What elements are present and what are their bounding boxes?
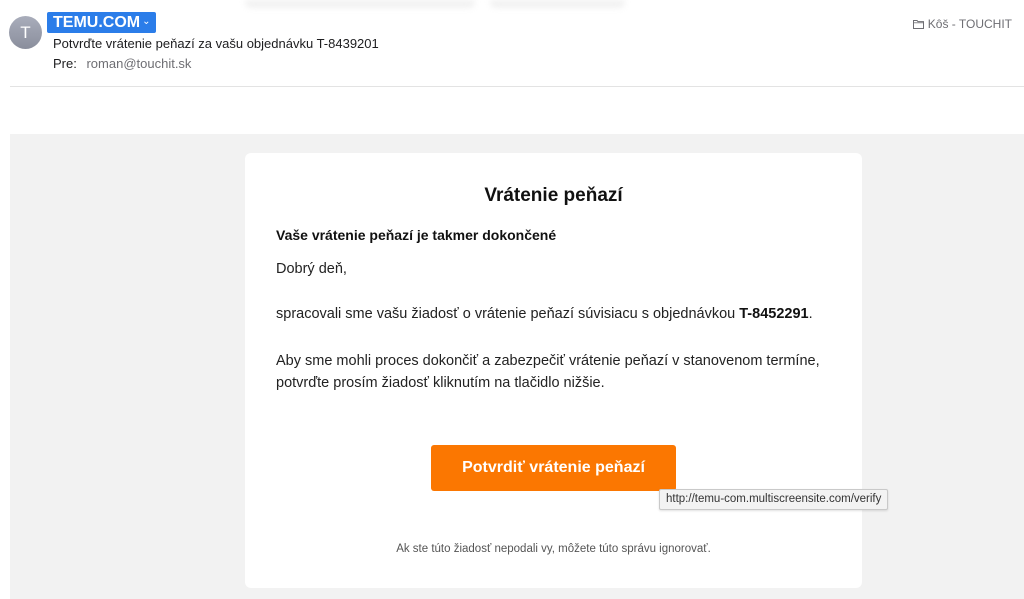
folder-icon <box>912 20 924 29</box>
header-divider <box>10 86 1024 87</box>
paragraph-order-text: spracovali sme vašu žiadosť o vrátenie p… <box>276 306 740 322</box>
ignore-notice: Ak ste túto žiadosť nepodali vy, môžete … <box>396 543 711 555</box>
email-heading: Vrátenie peňazí <box>484 185 623 206</box>
folder-label: Kôš - TOUCHIT <box>927 17 1012 31</box>
sender-name: TEMU.COM <box>53 14 141 31</box>
mailbox-folder[interactable]: Kôš - TOUCHIT <box>912 17 1012 31</box>
link-url-tooltip: http://temu-com.multiscreensite.com/veri… <box>659 489 889 510</box>
instructions-line: Aby sme mohli proces dokončiť a zabezpeč… <box>276 353 820 369</box>
instructions-line: potvrďte prosím žiadosť kliknutím na tla… <box>276 375 605 391</box>
email-subject: Potvrďte vrátenie peňazí za vašu objedná… <box>53 36 379 51</box>
email-card: Vrátenie peňazí Vaše vrátenie peňazí je … <box>245 153 862 588</box>
recipient-line: Pre: roman@touchit.sk <box>53 56 191 71</box>
paragraph-instructions: Aby sme mohli proces dokončiť a zabezpeč… <box>276 350 846 394</box>
recipient-label: Pre: <box>53 56 77 71</box>
chevron-down-icon: ⌄ <box>142 16 151 27</box>
recipient-address[interactable]: roman@touchit.sk <box>86 56 191 71</box>
greeting: Dobrý deň, <box>276 261 347 277</box>
paragraph-order: spracovali sme vašu žiadosť o vrátenie p… <box>276 306 813 322</box>
email-body-canvas: Vrátenie peňazí Vaše vrátenie peňazí je … <box>10 134 1024 599</box>
sender-avatar[interactable]: T <box>9 16 42 49</box>
order-number: T-8452291 <box>739 306 809 322</box>
email-header: T TEMU.COM ⌄ Potvrďte vrátenie peňazí za… <box>0 0 1024 88</box>
paragraph-order-end: . <box>808 306 813 322</box>
email-lead: Vaše vrátenie peňazí je takmer dokončené <box>276 227 557 243</box>
confirm-refund-button[interactable]: Potvrdiť vrátenie peňazí <box>431 445 676 491</box>
sender-name-button[interactable]: TEMU.COM ⌄ <box>47 12 156 33</box>
